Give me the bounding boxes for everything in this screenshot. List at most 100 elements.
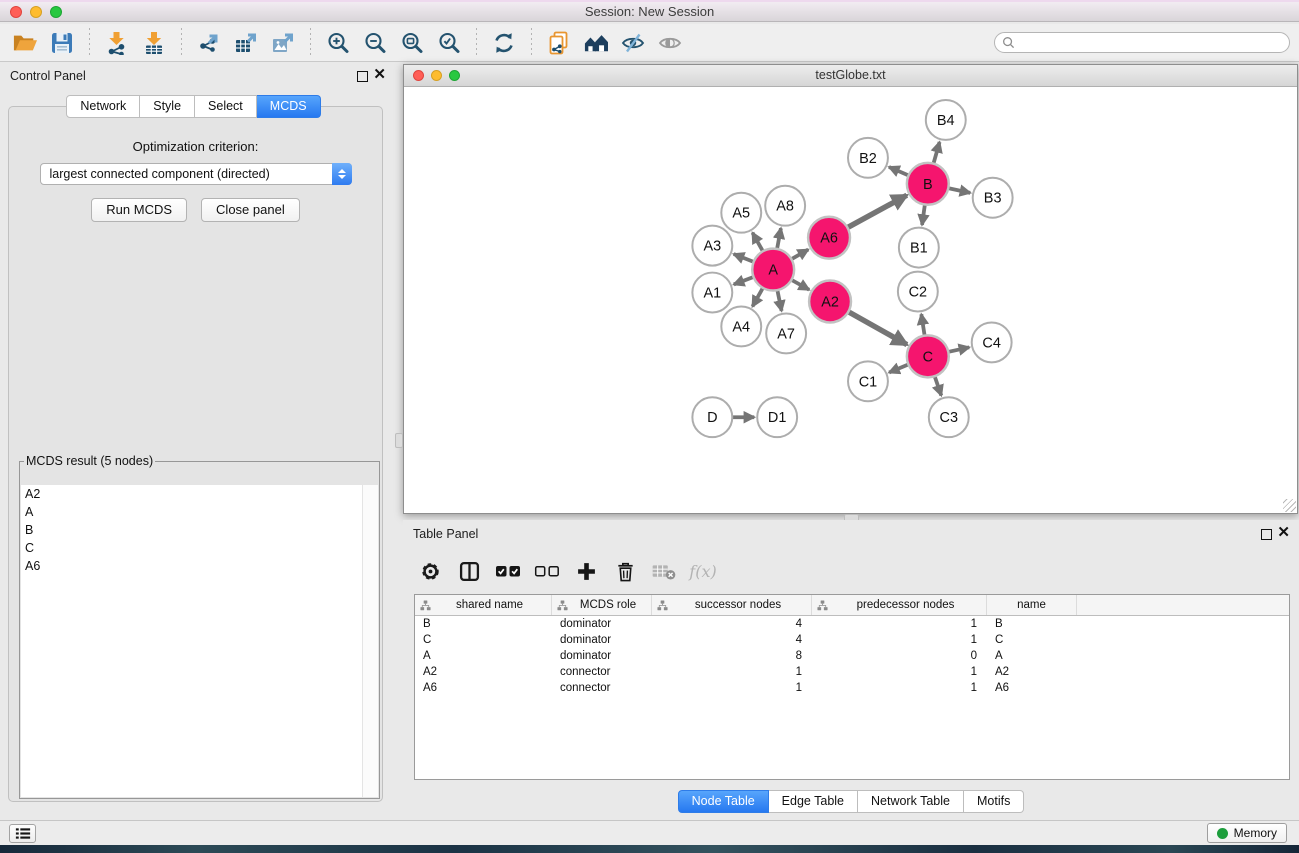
table-row[interactable]: Adominator80A [415, 648, 1289, 664]
zoom-in-icon[interactable] [319, 27, 356, 59]
table-cell[interactable]: connector [552, 682, 652, 694]
import-table-icon[interactable] [135, 27, 172, 59]
tab-select[interactable]: Select [195, 95, 257, 118]
run-mcds-button[interactable]: Run MCDS [91, 198, 187, 222]
table-tab-edge-table[interactable]: Edge Table [769, 790, 858, 813]
edge-C-C4[interactable] [946, 347, 969, 352]
table-cell[interactable]: C [415, 634, 552, 646]
table-cell[interactable]: A6 [415, 682, 552, 694]
close-table-panel-icon[interactable]: ✕ [1277, 523, 1290, 543]
columns-icon[interactable] [456, 558, 482, 584]
table-cell[interactable]: B [987, 618, 1077, 630]
table-cell[interactable]: 0 [812, 650, 987, 662]
table-row[interactable]: Cdominator41C [415, 632, 1289, 648]
column-header-successor-nodes[interactable]: successor nodes [652, 595, 812, 615]
export-network-icon[interactable] [190, 27, 227, 59]
export-table-icon[interactable] [227, 27, 264, 59]
network-zoom-icon[interactable] [449, 70, 460, 81]
table-cell[interactable]: A [987, 650, 1077, 662]
zoom-selected-icon[interactable] [430, 27, 467, 59]
zoom-out-icon[interactable] [356, 27, 393, 59]
search-box[interactable] [994, 32, 1290, 53]
table-cell[interactable]: 4 [652, 618, 812, 630]
edge-A6-B[interactable] [846, 195, 907, 228]
table-cell[interactable]: B [415, 618, 552, 630]
column-header-predecessor-nodes[interactable]: predecessor nodes [812, 595, 987, 615]
table-row[interactable]: Bdominator41B [415, 616, 1289, 632]
search-input[interactable] [1015, 35, 1289, 51]
houses-icon[interactable] [577, 27, 614, 59]
vertical-splitter-grip[interactable] [395, 433, 403, 448]
result-item[interactable]: A [21, 503, 378, 521]
window-resize-grip[interactable] [1283, 499, 1296, 512]
close-window-icon[interactable] [10, 6, 22, 18]
table-cell[interactable]: 1 [812, 666, 987, 678]
table-cell[interactable]: dominator [552, 650, 652, 662]
delete-icon[interactable] [612, 558, 638, 584]
edge-C-C1[interactable] [889, 364, 910, 373]
network-graph[interactable]: B4B2BB3A8A5A6A3B1AA1C2A2A4A7C4CC1C3DD1 [404, 87, 1297, 513]
table-row[interactable]: A6connector11A6 [415, 680, 1289, 696]
table-cell[interactable]: C [987, 634, 1077, 646]
edge-B-B1[interactable] [922, 203, 925, 225]
table-cell[interactable]: 1 [652, 666, 812, 678]
edge-A-A2[interactable] [790, 279, 809, 290]
result-item[interactable]: B [21, 521, 378, 539]
table-cell[interactable]: A6 [987, 682, 1077, 694]
edge-B-B3[interactable] [946, 188, 970, 193]
table-cell[interactable]: A [415, 650, 552, 662]
table-cell[interactable]: 1 [812, 618, 987, 630]
select-all-icon[interactable] [495, 558, 521, 584]
optimization-criterion-select[interactable]: largest connected component (directed) [40, 163, 352, 185]
result-scrollbar[interactable] [362, 485, 378, 797]
result-item[interactable]: C [21, 539, 378, 557]
tab-style[interactable]: Style [140, 95, 195, 118]
table-cell[interactable]: dominator [552, 634, 652, 646]
save-session-icon[interactable] [43, 27, 80, 59]
column-header-mcds-role[interactable]: MCDS role [552, 595, 652, 615]
edge-B-B2[interactable] [889, 167, 910, 176]
deselect-all-icon[interactable] [534, 558, 560, 584]
duplicate-network-icon[interactable] [540, 27, 577, 59]
memory-button[interactable]: Memory [1207, 823, 1287, 843]
tab-network[interactable]: Network [66, 95, 140, 118]
close-panel-button[interactable]: Close panel [201, 198, 300, 222]
table-tab-motifs[interactable]: Motifs [964, 790, 1024, 813]
edge-A-A7[interactable] [777, 288, 782, 311]
column-header-name[interactable]: name [987, 595, 1077, 615]
tab-mcds[interactable]: MCDS [257, 95, 321, 118]
edge-A-A1[interactable] [734, 276, 756, 284]
network-canvas[interactable]: B4B2BB3A8A5A6A3B1AA1C2A2A4A7C4CC1C3DD1 [404, 87, 1297, 513]
table-row[interactable]: A2connector11A2 [415, 664, 1289, 680]
zoom-window-icon[interactable] [50, 6, 62, 18]
import-network-icon[interactable] [98, 27, 135, 59]
result-item[interactable]: A2 [21, 485, 378, 503]
table-cell[interactable]: 1 [812, 634, 987, 646]
float-panel-icon[interactable] [357, 71, 368, 82]
edge-A-A5[interactable] [752, 233, 763, 253]
add-icon[interactable] [573, 558, 599, 584]
gear-icon[interactable] [417, 558, 443, 584]
table-cell[interactable]: 1 [812, 682, 987, 694]
zoom-fit-icon[interactable] [393, 27, 430, 59]
table-tab-network-table[interactable]: Network Table [858, 790, 964, 813]
edge-B-B4[interactable] [933, 142, 940, 166]
eye-icon[interactable] [651, 27, 688, 59]
table-tab-node-table[interactable]: Node Table [678, 790, 769, 813]
export-image-icon[interactable] [264, 27, 301, 59]
edge-A-A4[interactable] [752, 286, 763, 306]
network-minimize-icon[interactable] [431, 70, 442, 81]
column-header-shared-name[interactable]: shared name [415, 595, 552, 615]
table-cell[interactable]: connector [552, 666, 652, 678]
edge-C-C2[interactable] [921, 314, 925, 337]
network-close-icon[interactable] [413, 70, 424, 81]
edge-A2-C[interactable] [847, 311, 907, 345]
edge-C-C3[interactable] [934, 374, 941, 395]
table-cell[interactable]: 4 [652, 634, 812, 646]
table-cell[interactable]: dominator [552, 618, 652, 630]
float-table-panel-icon[interactable] [1261, 529, 1272, 540]
mcds-result-list[interactable]: A2ABCA6 [21, 485, 378, 797]
edge-A-A8[interactable] [777, 228, 781, 251]
result-item[interactable]: A6 [21, 557, 378, 575]
table-cell[interactable]: 8 [652, 650, 812, 662]
